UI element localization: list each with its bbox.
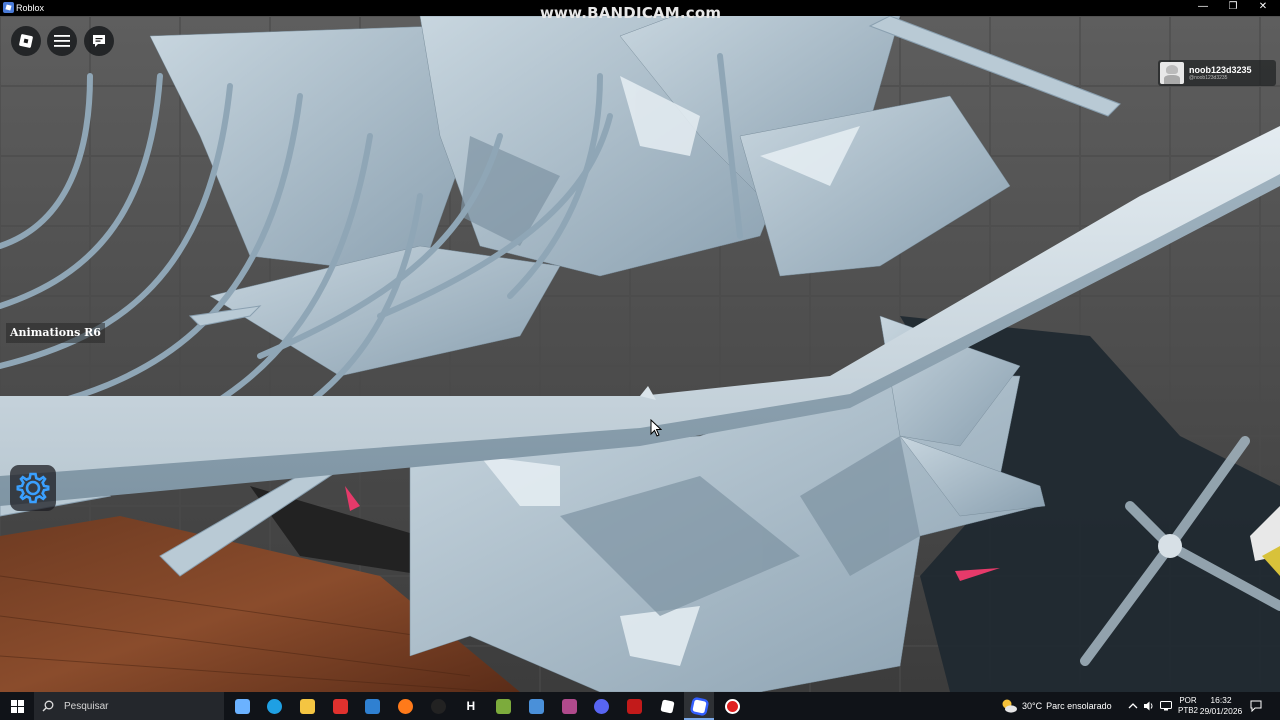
edge-icon [267,698,283,714]
player-list-entry[interactable]: noob123d3235 @noob123d3235 [1158,60,1276,86]
clock[interactable]: 16:32 29/01/2026 [1199,692,1243,720]
winrar-taskbar-button[interactable] [558,696,580,716]
language-indicator[interactable]: POR PTB2 [1178,692,1198,720]
discord-taskbar-button[interactable] [591,696,613,716]
minimize-button[interactable]: — [1188,0,1218,16]
window-titlebar: Roblox www.BANDICAM.com — ❐ ✕ [0,0,1280,22]
keyboard-layout: PTB2 [1178,706,1199,715]
show-hidden-icons-button[interactable] [1128,692,1138,720]
file-explorer-taskbar-button[interactable] [296,696,318,716]
game-scene [0,16,1280,692]
close-button[interactable]: ✕ [1248,0,1278,16]
clock-time: 16:32 [1210,695,1232,705]
network-button[interactable] [1160,692,1172,720]
media-app-icon [430,698,446,714]
roblox-taskbar-button[interactable] [689,696,711,716]
partly-sunny-icon [1002,699,1017,713]
notifications-button[interactable] [1250,692,1262,720]
mail-app-taskbar-button[interactable] [525,696,547,716]
language-code: POR [1179,696,1197,705]
mouse-cursor-icon [650,419,662,437]
animations-r6-label[interactable]: Animations R6 [6,323,105,343]
windows-taskbar: Pesquisar H 30°C Parc ensolarado POR PTB… [0,692,1280,720]
hamburger-menu-button[interactable] [47,26,77,56]
maximize-button[interactable]: ❐ [1218,0,1248,16]
chevron-up-icon [1128,703,1138,709]
bandicam-taskbar-button[interactable] [722,696,744,716]
volume-button[interactable] [1143,692,1155,720]
start-button[interactable] [0,692,34,720]
gear-icon [16,472,50,504]
red-app-icon [332,698,348,714]
roblox-menu-button[interactable] [11,26,41,56]
media-app-taskbar-button[interactable] [427,696,449,716]
firefox-taskbar-button[interactable] [395,696,417,716]
speaker-icon [1144,701,1153,711]
red-app-taskbar-button[interactable] [329,696,351,716]
game-viewport[interactable]: noob123d3235 @noob123d3235 Animations R6 [0,16,1280,692]
store-taskbar-button[interactable] [362,696,384,716]
network-icon [1160,701,1172,711]
minecraft-icon [496,698,512,714]
search-icon [42,700,54,712]
edge-taskbar-button[interactable] [264,696,286,716]
file-explorer-icon [299,698,315,714]
windows-logo-icon [10,699,24,713]
settings-button[interactable] [10,465,56,511]
red-square-app-icon [626,698,642,714]
weather-temperature: 30°C [1022,701,1043,711]
window-title: Roblox [16,3,45,13]
discord-icon [594,698,610,714]
weather-condition: Parc ensolarado [1046,701,1112,711]
firefox-icon [398,698,413,714]
roblox-icon [692,698,707,714]
chat-icon [93,35,105,47]
weather-widget[interactable]: 30°C Parc ensolarado [1000,692,1112,720]
h-app-icon: H [466,699,476,713]
player-name: noob123d3235 [1189,65,1252,75]
player-avatar [1160,62,1184,84]
search-placeholder: Pesquisar [64,700,109,712]
notification-icon [1250,700,1262,712]
bandicam-watermark: www.BANDICAM.com [540,4,722,22]
player-username: @noob123d3235 [1189,75,1228,81]
taskbar-search-box[interactable]: Pesquisar [34,692,224,720]
roblox-logo-icon [19,34,33,48]
minecraft-taskbar-button[interactable] [493,696,515,716]
chat-button[interactable] [84,26,114,56]
bandicam-icon [725,698,740,714]
roblox-studio-icon [659,698,675,714]
h-app-taskbar-button[interactable]: H [460,696,482,716]
hamburger-icon [54,35,70,47]
winrar-icon [561,698,577,714]
clock-date: 29/01/2026 [1199,706,1243,716]
red-square-app-taskbar-button[interactable] [623,696,645,716]
mail-app-icon [528,698,544,714]
copilot-icon [234,698,250,714]
copilot-taskbar-button[interactable] [231,696,253,716]
roblox-app-icon [3,2,14,13]
roblox-studio-taskbar-button[interactable] [656,696,678,716]
store-icon [365,698,381,714]
